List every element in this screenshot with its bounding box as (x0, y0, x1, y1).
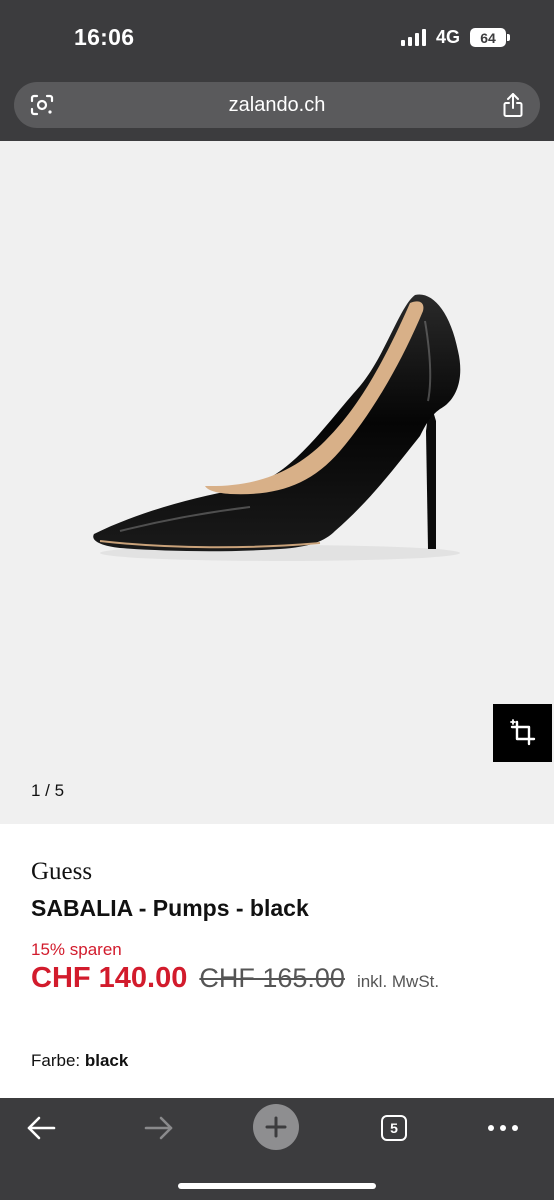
url-text[interactable]: zalando.ch (14, 94, 540, 117)
battery-icon: 64 (470, 28, 510, 47)
product-image-gallery[interactable]: 1 / 5 (0, 141, 554, 824)
status-indicators: 4G 64 (400, 27, 510, 48)
new-tab-button[interactable] (253, 1104, 299, 1150)
signal-icon (400, 29, 426, 46)
status-time: 16:06 (74, 24, 135, 50)
back-arrow-icon (27, 1116, 56, 1140)
back-button[interactable] (17, 1108, 65, 1148)
original-price: CHF 165.00 (199, 963, 345, 993)
color-value: black (84, 1051, 129, 1070)
battery-level: 64 (480, 29, 496, 46)
browser-bottom-bar: 5 (0, 1098, 554, 1200)
product-image-shoe[interactable] (80, 291, 490, 571)
forward-arrow-icon (144, 1116, 173, 1140)
crop-icon (509, 719, 535, 746)
tab-count: 5 (390, 1120, 398, 1136)
current-price: CHF 140.00 (31, 962, 188, 994)
product-title: SABALIA - Pumps - black (31, 895, 309, 921)
discount-label: 15% sparen (31, 940, 122, 959)
price-row: CHF 140.00 CHF 165.00 inkl. MwSt. (31, 962, 439, 995)
browser-top-bar: 16:06 4G 64 zalando.ch (0, 0, 554, 141)
more-icon (488, 1125, 518, 1131)
color-info: Farbe: black (31, 1051, 128, 1071)
address-bar[interactable]: zalando.ch (14, 82, 540, 128)
network-type: 4G (435, 27, 460, 47)
forward-button[interactable] (135, 1108, 183, 1148)
tabs-button[interactable]: 5 (370, 1108, 418, 1148)
vat-note: inkl. MwSt. (356, 972, 440, 991)
color-label: Farbe: (31, 1051, 81, 1070)
product-brand[interactable]: Guess (31, 858, 92, 886)
home-indicator (178, 1183, 376, 1189)
share-icon[interactable] (502, 92, 524, 118)
similar-items-button[interactable] (493, 704, 552, 762)
tabs-icon: 5 (381, 1115, 407, 1141)
image-counter: 1 / 5 (31, 781, 65, 800)
new-tab-plus-icon (265, 1116, 287, 1138)
more-button[interactable] (479, 1108, 527, 1148)
